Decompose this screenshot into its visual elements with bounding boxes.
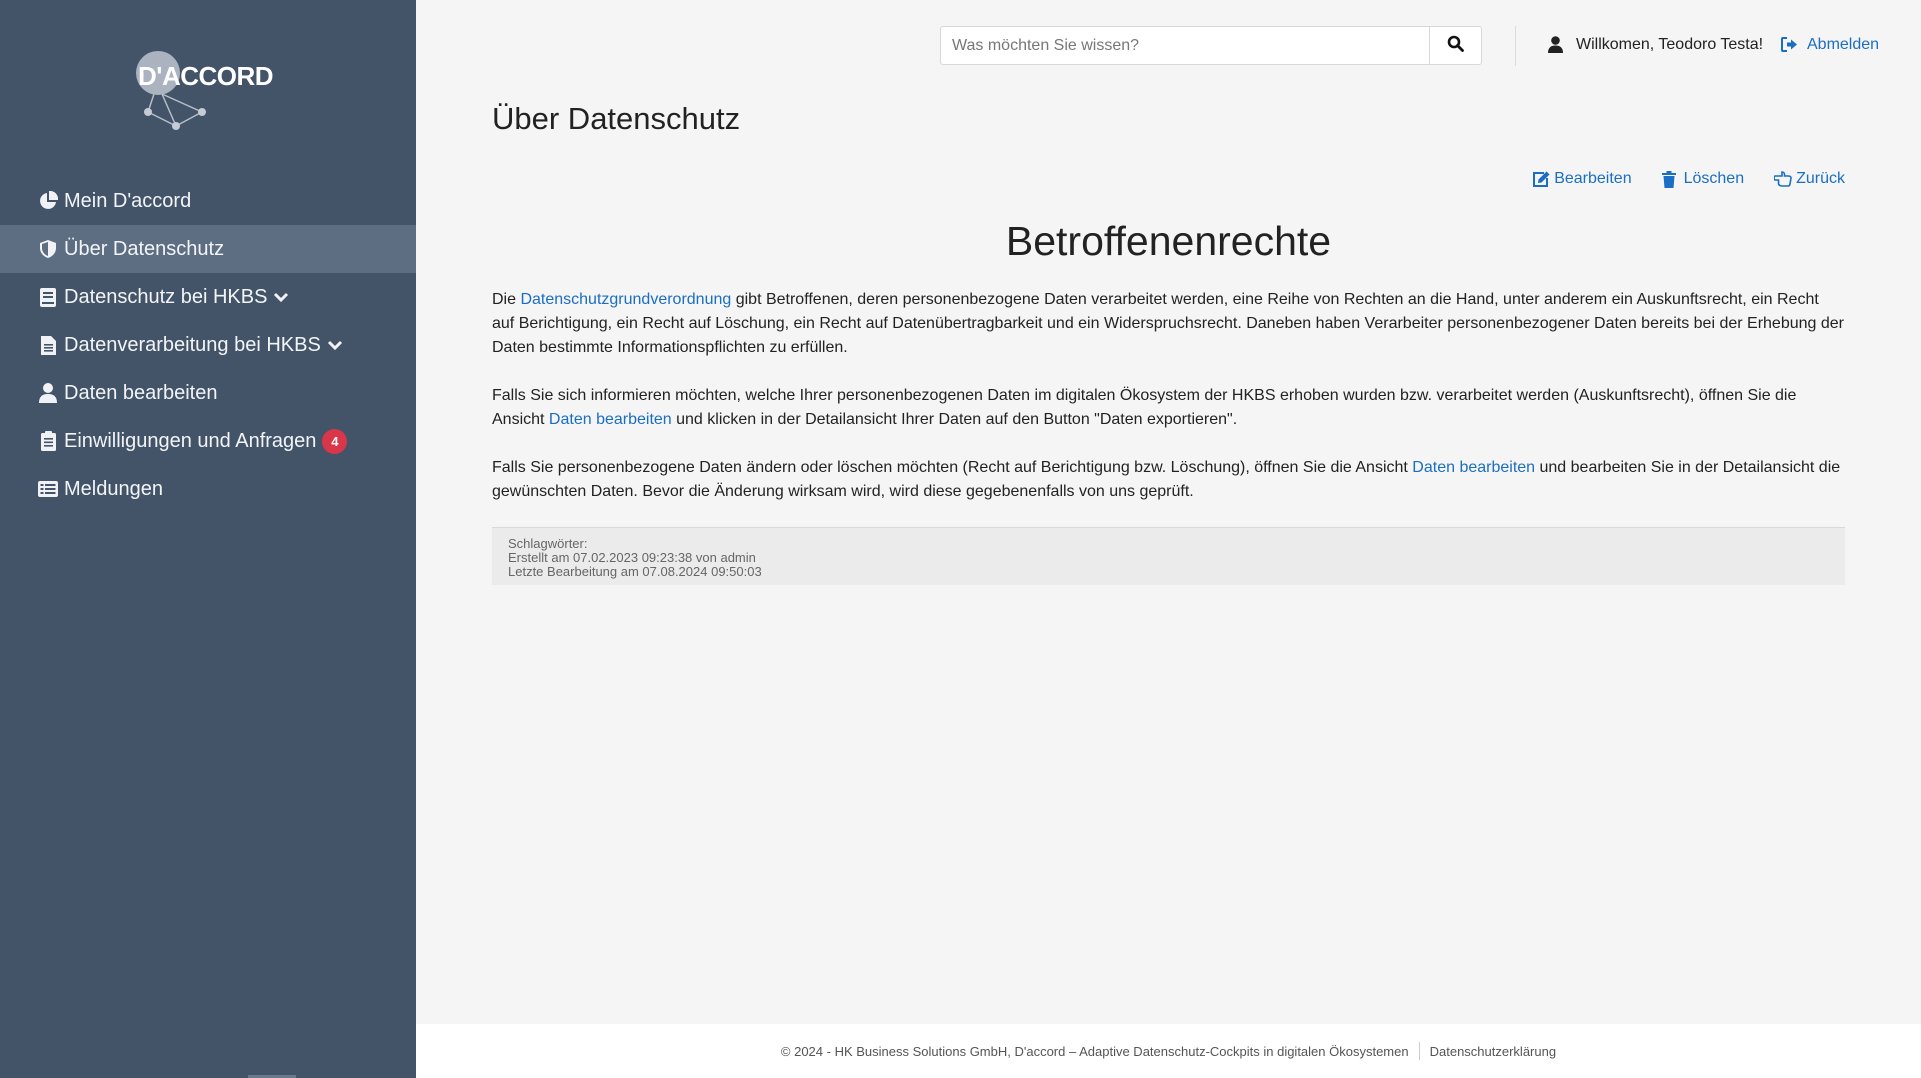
main-content: Willkomen, Teodoro Testa! Abmelden Über … (416, 0, 1921, 1078)
sidebar-item-einwilligungen-und-anfragen[interactable]: Einwilligungen und Anfragen 4 (0, 417, 416, 465)
book-icon (38, 287, 58, 307)
privacy-policy-link[interactable]: Datenschutzerklärung (1430, 1044, 1556, 1059)
edit-icon (1532, 170, 1550, 188)
header-divider (1515, 26, 1516, 66)
shield-icon (38, 239, 58, 259)
list-icon (38, 479, 58, 499)
daccord-logo[interactable]: D'ACCORD (128, 44, 288, 134)
paragraph-berichtigung: Falls Sie personenbezogene Daten ändern … (492, 456, 1845, 504)
content-heading: Betroffenenrechte (1005, 218, 1332, 264)
edit-button[interactable]: Bearbeiten (1532, 170, 1632, 188)
sidebar-nav: Mein D'accord Über Datenschutz Datenschu… (0, 177, 416, 513)
daten-bearbeiten-link[interactable]: Daten bearbeiten (1412, 459, 1535, 476)
sign-out-icon (1781, 37, 1799, 53)
sidebar-item-label: Datenschutz bei HKBS (64, 285, 268, 308)
hand-pointer-left-icon (1774, 170, 1792, 188)
updated-info: Letzte Bearbeitung am 07.08.2024 09:50:0… (508, 564, 762, 579)
sidebar-item-datenschutz-bei-hkbs[interactable]: Datenschutz bei HKBS (0, 273, 416, 321)
clipboard-icon (38, 431, 58, 451)
sidebar-item-label: Meldungen (64, 477, 163, 500)
search-box (940, 26, 1482, 65)
text: Falls Sie personenbezogene Daten ändern … (492, 459, 1413, 476)
chevron-down-icon (273, 288, 291, 306)
sidebar-item-label: Mein D'accord (64, 189, 192, 212)
sidebar-item-label: Über Datenschutz (64, 237, 225, 260)
user-icon (38, 383, 58, 403)
sidebar-item-ueber-datenschutz[interactable]: Über Datenschutz (0, 225, 416, 273)
delete-button[interactable]: Löschen (1661, 170, 1745, 188)
user-greeting: Willkomen, Teodoro Testa! (1548, 36, 1763, 54)
text: und klicken in der Detailansicht Ihrer D… (671, 411, 1238, 428)
sidebar-item-label: Daten bearbeiten (64, 381, 218, 404)
text: Die (492, 291, 521, 308)
copyright-text: © 2024 - HK Business Solutions GmbH, D'a… (780, 1043, 1409, 1059)
user-icon (1548, 36, 1564, 54)
footer: © 2024 - HK Business Solutions GmbH, D'a… (416, 1024, 1921, 1078)
delete-label: Löschen (1683, 170, 1745, 187)
meta-info: Schlagwörter: Erstellt am 07.02.2023 09:… (492, 527, 1845, 585)
search-button[interactable] (1429, 27, 1481, 64)
content-body: Die Datenschutzgrundverordnung gibt Betr… (492, 288, 1845, 528)
trash-icon (1661, 170, 1680, 188)
tags-label: Schlagwörter: (508, 536, 588, 551)
daten-bearbeiten-link[interactable]: Daten bearbeiten (549, 411, 672, 428)
edit-label: Bearbeiten (1554, 170, 1632, 187)
welcome-text: Willkomen, Teodoro Testa! (1576, 36, 1764, 53)
paragraph-auskunft: Falls Sie sich informieren möchten, welc… (492, 384, 1845, 432)
logo-text: D'ACCORD (138, 61, 274, 91)
logout-link[interactable]: Abmelden (1781, 36, 1879, 54)
logout-label: Abmelden (1807, 36, 1880, 53)
search-input[interactable] (941, 27, 1429, 64)
sidebar-item-daten-bearbeiten[interactable]: Daten bearbeiten (0, 369, 416, 417)
sidebar-item-meldungen[interactable]: Meldungen (0, 465, 416, 513)
page-actions: Bearbeiten Löschen Zurück (1532, 170, 1845, 188)
back-button[interactable]: Zurück (1774, 170, 1845, 188)
sidebar-item-datenverarbeitung-bei-hkbs[interactable]: Datenverarbeitung bei HKBS (0, 321, 416, 369)
page-title: Über Datenschutz (492, 101, 741, 136)
sidebar-item-mein-daccord[interactable]: Mein D'accord (0, 177, 416, 225)
back-label: Zurück (1796, 170, 1845, 187)
pie-chart-icon (38, 191, 58, 211)
dsgvo-link[interactable]: Datenschutzgrundverordnung (520, 291, 731, 308)
sidebar-item-label: Einwilligungen und Anfragen (64, 429, 317, 452)
paragraph-dsgvo: Die Datenschutzgrundverordnung gibt Betr… (492, 288, 1845, 360)
created-info: Erstellt am 07.02.2023 09:23:38 von admi… (508, 550, 756, 565)
sidebar-item-label: Datenverarbeitung bei HKBS (64, 333, 321, 356)
document-icon (38, 335, 58, 355)
sidebar: D'ACCORD Mein D'accord Über Datenschutz … (0, 0, 416, 1078)
search-icon (1447, 35, 1464, 57)
chevron-down-icon (327, 336, 345, 354)
footer-divider (1418, 1042, 1420, 1060)
notification-badge: 4 (322, 428, 348, 454)
